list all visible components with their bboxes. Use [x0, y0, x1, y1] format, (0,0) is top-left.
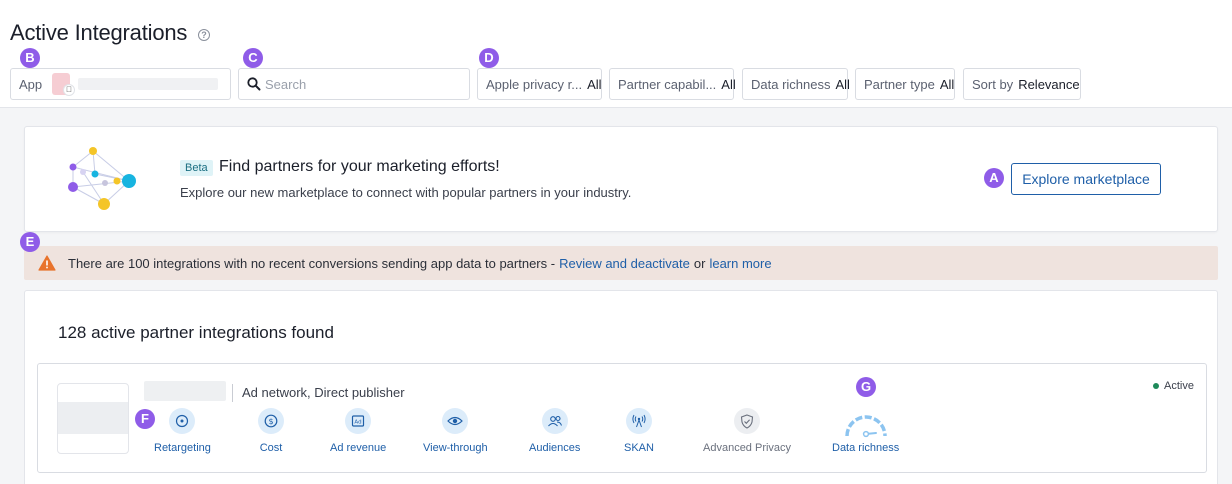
page-title: Active Integrations: [10, 20, 188, 45]
explore-marketplace-button[interactable]: Explore marketplace: [1011, 163, 1161, 195]
capability-data-richness[interactable]: Data richness: [832, 408, 899, 454]
beta-badge: Beta: [180, 160, 213, 176]
filter-apple-privacy-value: All: [587, 76, 602, 92]
app-thumbnail: : [52, 73, 76, 96]
filter-partner-capability-value: All: [721, 76, 736, 92]
svg-text:Ad: Ad: [355, 420, 362, 426]
capability-label: Retargeting: [154, 442, 211, 454]
inactive-integrations-warning: There are 100 integrations with no recen…: [24, 246, 1218, 280]
shield-icon: [734, 408, 761, 434]
app-select-label: App: [19, 76, 43, 92]
results-count-title: 128 active partner integrations found: [58, 323, 334, 342]
ad-icon: Ad: [345, 408, 372, 434]
partner-name-redacted: [144, 381, 226, 401]
capability-label: View-through: [423, 442, 488, 454]
capability-skan[interactable]: SKAN: [624, 408, 654, 454]
sort-by-select[interactable]: Sort by Relevance: [963, 68, 1081, 100]
filter-partner-type[interactable]: Partner type All: [855, 68, 955, 100]
gauge-icon: [844, 415, 887, 438]
search-icon: [247, 77, 261, 91]
filter-partner-capability[interactable]: Partner capabil... All: [609, 68, 736, 100]
capability-cost[interactable]: $ Cost: [258, 408, 284, 454]
capability-label: Ad revenue: [330, 442, 387, 454]
marker-a: A: [984, 168, 1004, 188]
partner-logo: [57, 383, 129, 454]
learn-more-link[interactable]: learn more: [709, 256, 771, 271]
filter-apple-privacy[interactable]: Apple privacy r... All: [477, 68, 602, 100]
filter-partner-capability-label: Partner capabil...: [618, 76, 717, 92]
apple-icon: : [63, 84, 76, 96]
question-circle-icon[interactable]: ?: [198, 29, 210, 41]
warning-connector: or: [693, 255, 706, 271]
marker-f: F: [135, 409, 155, 429]
search-placeholder: Search: [265, 76, 307, 92]
status-label: Active: [1164, 380, 1194, 392]
warning-icon: [38, 255, 56, 271]
capability-label: Data richness: [832, 442, 900, 454]
status-badge: Active: [1153, 380, 1194, 392]
svg-text:$: $: [268, 417, 273, 426]
antenna-icon: [625, 408, 652, 434]
promo-description: Explore our new marketplace to connect w…: [180, 185, 632, 200]
marker-b: B: [20, 48, 40, 68]
capability-label: Cost: [259, 442, 283, 454]
capability-label: SKAN: [624, 442, 654, 454]
review-and-deactivate-link[interactable]: Review and deactivate: [559, 256, 690, 271]
filter-data-richness-label: Data richness: [751, 76, 831, 92]
capability-retargeting[interactable]: Retargeting: [154, 408, 211, 454]
network-graph-icon: [68, 147, 136, 210]
filter-data-richness[interactable]: Data richness All: [742, 68, 850, 100]
sort-by-label: Sort by: [972, 76, 1014, 92]
marker-d: D: [479, 48, 499, 68]
status-dot: [1153, 383, 1160, 389]
capability-label: Advanced Privacy: [703, 442, 792, 454]
search-input[interactable]: Search: [238, 68, 470, 100]
partner-types: Ad network, Direct publisher: [242, 385, 405, 400]
filter-apple-privacy-label: Apple privacy r...: [486, 76, 583, 92]
capability-advanced-privacy[interactable]: Advanced Privacy: [703, 408, 791, 454]
promo-title: Find partners for your marketing efforts…: [219, 158, 500, 175]
sort-by-value: Relevance: [1018, 76, 1080, 92]
capability-ad-revenue[interactable]: Ad Ad revenue: [330, 408, 386, 454]
dollar-icon: $: [258, 408, 284, 434]
app-select[interactable]: App : [10, 68, 231, 100]
filter-partner-type-value: All: [939, 76, 955, 92]
marker-e: E: [20, 232, 40, 252]
retargeting-icon: [169, 408, 196, 434]
app-name-redacted: [78, 78, 219, 90]
capability-view-through[interactable]: View-through: [423, 408, 488, 454]
warning-text: There are 100 integrations with no recen…: [68, 255, 556, 271]
audiences-icon: [541, 408, 568, 434]
divider: [232, 384, 233, 402]
marker-c: C: [243, 48, 263, 68]
filter-data-richness-value: All: [835, 76, 850, 92]
capability-label: Audiences: [529, 442, 581, 454]
filter-partner-type-label: Partner type: [864, 76, 935, 92]
results-panel: 128 active partner integrations found Ad…: [24, 290, 1218, 484]
eye-icon: [442, 408, 469, 434]
partner-card[interactable]: Ad network, Direct publisher Active Reta…: [37, 363, 1207, 473]
marker-g: G: [856, 377, 876, 397]
marketplace-promo-banner: Beta Find partners for your marketing ef…: [24, 126, 1218, 232]
capability-audiences[interactable]: Audiences: [529, 408, 580, 454]
